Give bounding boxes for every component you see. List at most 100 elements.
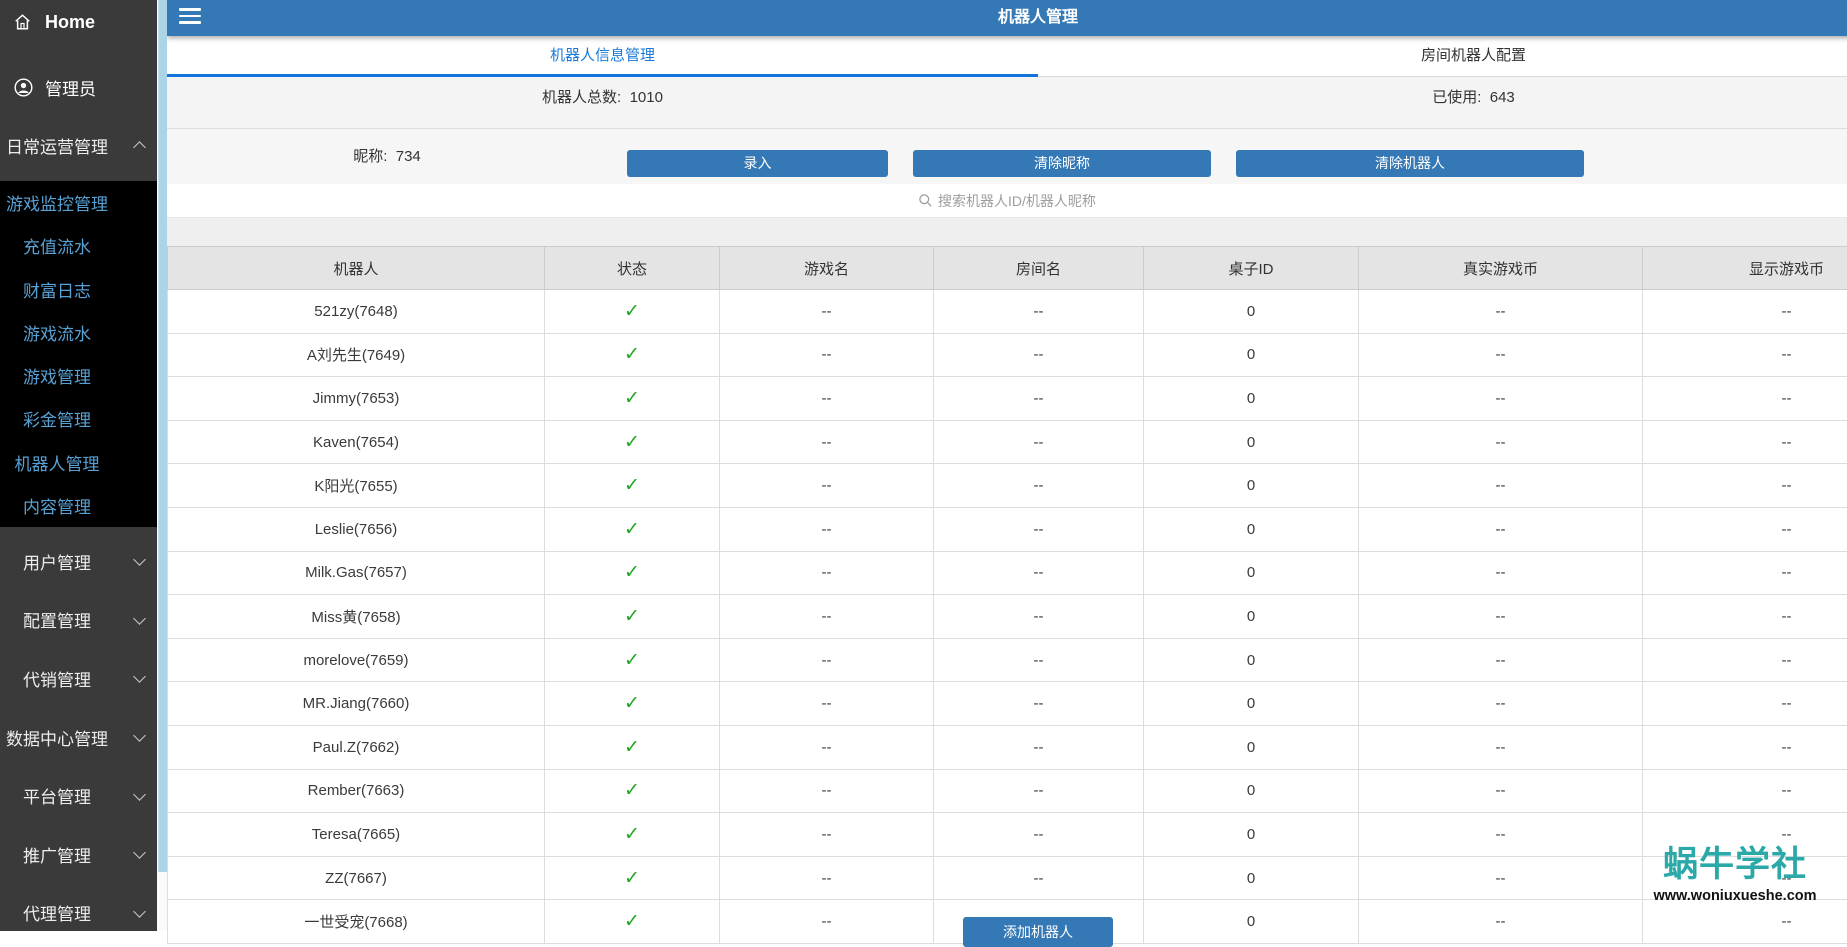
- room-cell: --: [934, 725, 1144, 769]
- real-coin-cell: --: [1359, 420, 1643, 464]
- search-row: [167, 184, 1847, 218]
- sidebar-group[interactable]: 推广管理: [0, 825, 157, 884]
- sidebar-subitem[interactable]: 游戏监控管理: [0, 190, 114, 215]
- sidebar-scrollbar[interactable]: [157, 0, 167, 931]
- game-cell: --: [720, 377, 934, 421]
- table-id-cell: 0: [1144, 813, 1359, 857]
- room-cell: --: [934, 551, 1144, 595]
- robot-name-cell: Miss黄(7658): [168, 595, 545, 639]
- table-id-cell: 0: [1144, 725, 1359, 769]
- game-cell: --: [720, 290, 934, 334]
- sidebar-group[interactable]: 用户管理: [0, 532, 157, 591]
- robot-row: Paul.Z(7662) ✓ -- -- 0 -- --: [168, 725, 1847, 769]
- sidebar-item-home[interactable]: Home: [0, 0, 157, 44]
- sidebar-subitem[interactable]: 内容管理: [0, 493, 114, 518]
- robot-name-cell: A刘先生(7649): [168, 333, 545, 377]
- table-id-cell: 0: [1144, 377, 1359, 421]
- chevron-up-icon: [133, 141, 146, 154]
- sidebar-group[interactable]: 平台管理: [0, 766, 157, 825]
- sidebar-group-daily-ops[interactable]: 日常运营管理: [0, 123, 157, 167]
- display-coin-cell: --: [1643, 856, 1847, 900]
- clear-nickname-button[interactable]: 清除昵称: [913, 150, 1211, 177]
- display-coin-cell: --: [1643, 551, 1847, 595]
- col-robot: 机器人: [168, 247, 545, 290]
- spacer-band: [167, 218, 1847, 246]
- chevron-down-icon: [133, 612, 146, 625]
- display-coin-cell: --: [1643, 464, 1847, 508]
- tab-room-robot-config[interactable]: 房间机器人配置: [1038, 36, 1847, 76]
- robot-name-cell: morelove(7659): [168, 638, 545, 682]
- sidebar-group[interactable]: 配置管理: [0, 591, 157, 650]
- sidebar-group[interactable]: 代理管理: [0, 884, 157, 943]
- sidebar-subitem[interactable]: 充值流水: [0, 233, 114, 258]
- col-game: 游戏名: [720, 247, 934, 290]
- table-id-cell: 0: [1144, 420, 1359, 464]
- sidebar-subitem[interactable]: 机器人管理: [0, 450, 114, 475]
- display-coin-cell: --: [1643, 900, 1847, 944]
- search-icon: [918, 193, 933, 208]
- robot-name-cell: Jimmy(7653): [168, 377, 545, 421]
- robot-name-cell: Teresa(7665): [168, 813, 545, 857]
- room-cell: --: [934, 595, 1144, 639]
- display-coin-cell: --: [1643, 333, 1847, 377]
- scrollbar-thumb[interactable]: [158, 0, 167, 872]
- display-coin-cell: --: [1643, 420, 1847, 464]
- status-check-icon: ✓: [545, 333, 720, 377]
- robot-name-cell: Kaven(7654): [168, 420, 545, 464]
- status-check-icon: ✓: [545, 377, 720, 421]
- status-check-icon: ✓: [545, 856, 720, 900]
- sidebar-group[interactable]: 数据中心管理: [0, 708, 157, 767]
- room-cell: --: [934, 420, 1144, 464]
- search-input[interactable]: [936, 192, 1158, 210]
- clear-robot-button[interactable]: 清除机器人: [1236, 150, 1584, 177]
- table-id-cell: 0: [1144, 682, 1359, 726]
- sidebar-subitem[interactable]: 游戏管理: [0, 363, 114, 388]
- tab-robot-info[interactable]: 机器人信息管理: [167, 36, 1038, 76]
- sidebar: Home 管理员 日常运营管理 游戏监控管理 充值流水 财富日志 游戏流水 游戏…: [0, 0, 157, 931]
- robot-row: MR.Jiang(7660) ✓ -- -- 0 -- --: [168, 682, 1847, 726]
- status-check-icon: ✓: [545, 682, 720, 726]
- menu-icon[interactable]: [179, 8, 201, 28]
- real-coin-cell: --: [1359, 377, 1643, 421]
- game-cell: --: [720, 638, 934, 682]
- sidebar-subitem[interactable]: 彩金管理: [0, 406, 114, 431]
- chevron-down-icon: [133, 729, 146, 742]
- status-check-icon: ✓: [545, 813, 720, 857]
- real-coin-cell: --: [1359, 638, 1643, 682]
- game-cell: --: [720, 900, 934, 944]
- robot-name-cell: 一世受宠(7668): [168, 900, 545, 944]
- sidebar-item-admin[interactable]: 管理员: [0, 65, 157, 109]
- display-coin-cell: --: [1643, 377, 1847, 421]
- robot-row: Teresa(7665) ✓ -- -- 0 -- --: [168, 813, 1847, 857]
- room-cell: --: [934, 333, 1144, 377]
- room-cell: --: [934, 290, 1144, 334]
- real-coin-cell: --: [1359, 464, 1643, 508]
- tab-bar: 机器人信息管理 房间机器人配置: [167, 36, 1847, 77]
- robot-name-cell: 521zy(7648): [168, 290, 545, 334]
- sidebar-subitem[interactable]: 财富日志: [0, 277, 114, 302]
- table-id-cell: 0: [1144, 900, 1359, 944]
- chevron-down-icon: [133, 788, 146, 801]
- table-body: 521zy(7648) ✓ -- -- 0 -- -- A刘先生(7649) ✓…: [168, 290, 1847, 944]
- game-cell: --: [720, 725, 934, 769]
- robot-total-label: 机器人总数:: [542, 89, 621, 106]
- real-coin-cell: --: [1359, 900, 1643, 944]
- sidebar-groups: 用户管理 配置管理 代销管理 数据中心管理 平台管理: [0, 532, 157, 942]
- robot-row: Rember(7663) ✓ -- -- 0 -- --: [168, 769, 1847, 813]
- nickname-stat: 昵称: 734: [167, 129, 607, 184]
- sidebar-subitem[interactable]: 游戏流水: [0, 320, 114, 345]
- col-real-coin: 真实游戏币: [1359, 247, 1643, 290]
- sidebar-group[interactable]: 代销管理: [0, 649, 157, 708]
- col-status: 状态: [545, 247, 720, 290]
- game-cell: --: [720, 813, 934, 857]
- table-id-cell: 0: [1144, 333, 1359, 377]
- nickname-label: 昵称:: [353, 148, 387, 165]
- sidebar-submenu: 游戏监控管理 充值流水 财富日志 游戏流水 游戏管理 彩金管理 机器人管理 内容…: [0, 181, 157, 527]
- enter-button[interactable]: 录入: [627, 150, 888, 177]
- status-check-icon: ✓: [545, 290, 720, 334]
- add-robot-button[interactable]: 添加机器人: [963, 917, 1113, 947]
- display-coin-cell: --: [1643, 813, 1847, 857]
- real-coin-cell: --: [1359, 725, 1643, 769]
- col-room: 房间名: [934, 247, 1144, 290]
- real-coin-cell: --: [1359, 290, 1643, 334]
